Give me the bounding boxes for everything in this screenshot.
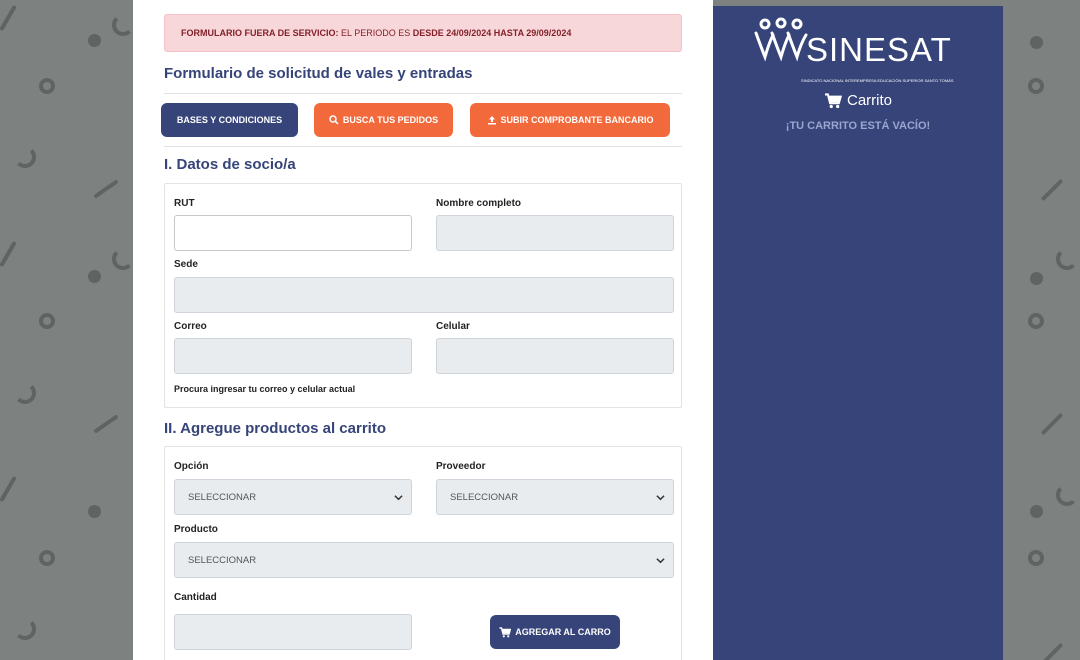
quantity-label: Cantidad <box>174 592 217 603</box>
bases-button-label: BASES Y CONDICIONES <box>176 115 283 125</box>
product-select-value: SELECCIONAR <box>188 555 257 566</box>
form-panel: FORMULARIO FUERA DE SERVICIO: EL PERIODO… <box>133 0 713 660</box>
search-orders-button[interactable]: BUSCA TUS PEDIDOS <box>314 103 453 137</box>
background-dot-decoration <box>1030 272 1043 285</box>
quantity-input[interactable] <box>174 614 412 650</box>
background-dot-decoration <box>88 270 101 283</box>
background-arc-decoration <box>112 14 134 36</box>
background-ring-decoration <box>1028 313 1044 329</box>
rut-label: RUT <box>174 198 195 209</box>
form-title: Formulario de solicitud de vales y entra… <box>164 65 473 82</box>
cart-sidebar: SINESAT SINDICATO NACIONAL INTEREMPRESA … <box>713 6 1003 660</box>
sinesat-logo: SINESAT SINDICATO NACIONAL INTEREMPRESA … <box>753 17 965 83</box>
bases-button[interactable]: BASES Y CONDICIONES <box>161 103 298 137</box>
logo-text: SINESAT <box>806 31 952 68</box>
chevron-down-icon <box>656 558 665 564</box>
rut-input[interactable] <box>174 215 412 251</box>
background-dash-decoration <box>1040 412 1064 436</box>
add-to-cart-button[interactable]: AGREGAR AL CARRO <box>490 615 620 649</box>
add-to-cart-label: AGREGAR AL CARRO <box>515 627 611 637</box>
cart-icon <box>499 626 512 637</box>
cart-empty-message: ¡TU CARRITO ESTÁ VACÍO! <box>785 120 931 132</box>
background-ring-decoration <box>1028 550 1044 566</box>
background-dot-decoration <box>1030 36 1043 49</box>
divider <box>164 93 682 94</box>
provider-select[interactable]: SELECCIONAR <box>436 479 674 515</box>
email-input[interactable] <box>174 338 412 374</box>
background-dash-decoration <box>0 475 17 503</box>
service-alert: FORMULARIO FUERA DE SERVICIO: EL PERIODO… <box>164 14 682 52</box>
background-dash-decoration <box>93 179 119 199</box>
sede-input[interactable] <box>174 277 674 313</box>
cart-title: Carrito <box>713 92 1003 109</box>
divider <box>164 146 682 147</box>
product-label: Producto <box>174 524 218 535</box>
upload-receipt-button[interactable]: SUBIR COMPROBANTE BANCARIO <box>470 103 670 137</box>
sede-label: Sede <box>174 259 198 270</box>
sinesat-logo-icon <box>754 17 808 62</box>
background-dash-decoration <box>93 414 119 434</box>
cart-title-label: Carrito <box>846 92 892 109</box>
background-ring-decoration <box>39 78 55 94</box>
background-dot-decoration <box>88 505 101 518</box>
chevron-down-icon <box>394 495 403 501</box>
name-label: Nombre completo <box>436 198 522 209</box>
option-select[interactable]: SELECCIONAR <box>174 479 412 515</box>
name-input[interactable] <box>436 215 674 251</box>
background-dot-decoration <box>1030 505 1043 518</box>
background-arc-decoration <box>14 382 36 404</box>
background-arc-decoration <box>112 248 134 270</box>
contact-hint: Procura ingresar tu correo y celular act… <box>174 384 356 394</box>
background-arc-decoration <box>14 146 36 168</box>
member-data-card: RUT Nombre completo Sede Correo Celular … <box>164 183 682 408</box>
section-title-add-products: II. Agregue productos al carrito <box>164 420 386 437</box>
provider-select-value: SELECCIONAR <box>450 492 519 503</box>
section-title-member-data: I. Datos de socio/a <box>164 156 296 173</box>
provider-label: Proveedor <box>436 461 486 472</box>
search-icon <box>329 115 339 125</box>
background-arc-decoration <box>14 618 36 640</box>
option-label: Opción <box>174 461 209 472</box>
upload-receipt-label: SUBIR COMPROBANTE BANCARIO <box>500 115 654 125</box>
background-dash-decoration <box>1040 642 1064 660</box>
background-dash-decoration <box>0 4 17 32</box>
logo-subtitle: SINDICATO NACIONAL INTEREMPRESA EDUCACIÓ… <box>801 78 954 83</box>
phone-label: Celular <box>436 321 470 332</box>
background-dash-decoration <box>1040 178 1064 202</box>
alert-lead: FORMULARIO FUERA DE SERVICIO: <box>181 28 339 38</box>
cart-icon <box>824 92 842 108</box>
email-label: Correo <box>174 321 207 332</box>
alert-middle: EL PERIODO ES <box>341 28 411 38</box>
background-ring-decoration <box>39 550 55 566</box>
search-orders-label: BUSCA TUS PEDIDOS <box>342 115 439 125</box>
products-card: Opción SELECCIONAR Proveedor SELECCIONAR… <box>164 446 682 660</box>
background-arc-decoration <box>1056 484 1078 506</box>
background-dot-decoration <box>88 34 101 47</box>
upload-icon <box>487 116 496 125</box>
alert-dates: DESDE 24/09/2024 HASTA 29/09/2024 <box>412 28 572 38</box>
phone-input[interactable] <box>436 338 674 374</box>
background-dash-decoration <box>0 240 17 268</box>
background-ring-decoration <box>39 313 55 329</box>
product-select[interactable]: SELECCIONAR <box>174 542 674 578</box>
background-arc-decoration <box>1056 248 1078 270</box>
chevron-down-icon <box>656 495 665 501</box>
background-ring-decoration <box>1028 78 1044 94</box>
option-select-value: SELECCIONAR <box>188 492 257 503</box>
